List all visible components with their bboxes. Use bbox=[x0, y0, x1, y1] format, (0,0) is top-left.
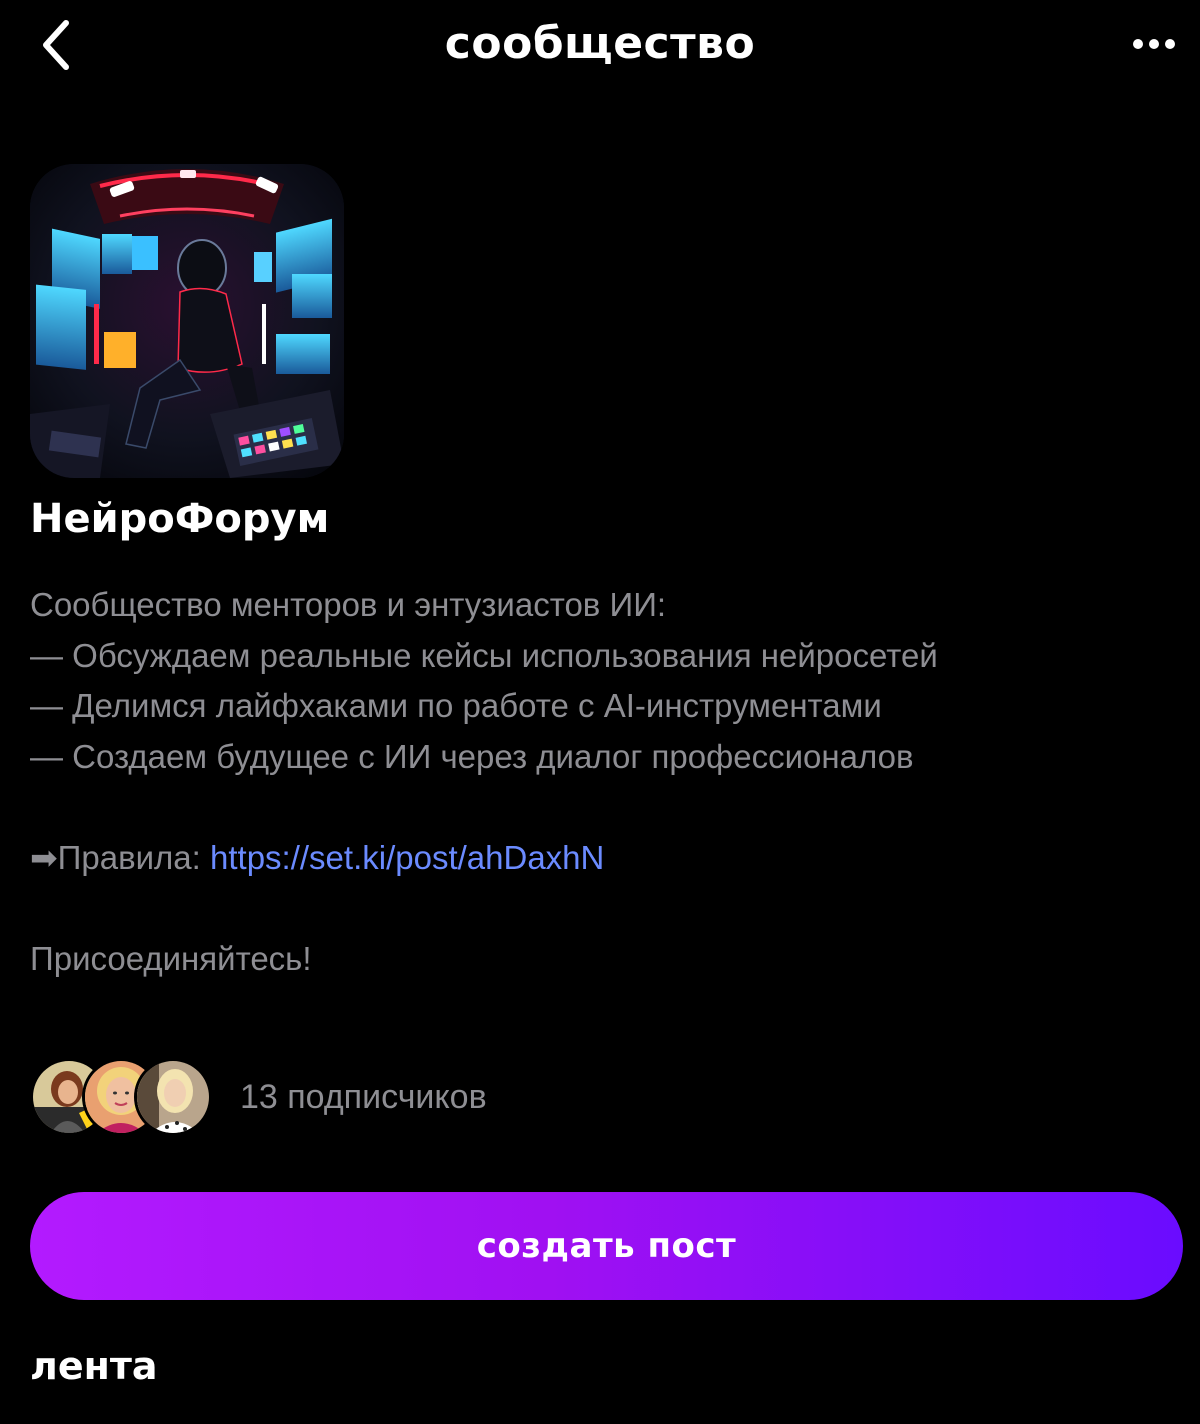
community-name: НейроФорум bbox=[30, 496, 330, 542]
more-horizontal-icon bbox=[1133, 39, 1175, 49]
description-line: — Создаем будущее с ИИ через диалог проф… bbox=[30, 737, 914, 775]
community-description: Сообщество менторов и энтузиастов ИИ: — … bbox=[30, 580, 1180, 984]
create-post-button[interactable]: создать пост bbox=[30, 1192, 1183, 1300]
description-line: — Делимся лайфхаками по работе с AI-инст… bbox=[30, 687, 882, 724]
rules-line: ➡Правила: https://set.ki/post/ahDaxhN bbox=[30, 833, 1180, 884]
arrow-right-icon: ➡ bbox=[30, 838, 58, 876]
description-line: — Обсуждаем реальные кейсы использования… bbox=[30, 636, 938, 674]
avatar bbox=[134, 1058, 212, 1136]
feed-title: лента bbox=[30, 1344, 158, 1388]
subscriber-avatars bbox=[30, 1058, 212, 1136]
top-bar: сообщество bbox=[0, 0, 1200, 96]
rules-link[interactable]: https://set.ki/post/ahDaxhN bbox=[210, 839, 604, 876]
community-avatar[interactable] bbox=[30, 164, 344, 478]
more-options-button[interactable] bbox=[1126, 24, 1182, 64]
description-line: Сообщество менторов и энтузиастов ИИ: bbox=[30, 586, 667, 623]
page-title: сообщество bbox=[444, 18, 756, 69]
subscriber-count: 13 подписчиков bbox=[240, 1077, 487, 1116]
subscribers-row[interactable]: 13 подписчиков bbox=[30, 1058, 487, 1136]
rules-label: Правила: bbox=[57, 838, 210, 876]
community-avatar-image bbox=[30, 164, 344, 478]
join-text: Присоединяйтесь! bbox=[30, 939, 312, 977]
create-post-label: создать пост bbox=[476, 1226, 737, 1266]
